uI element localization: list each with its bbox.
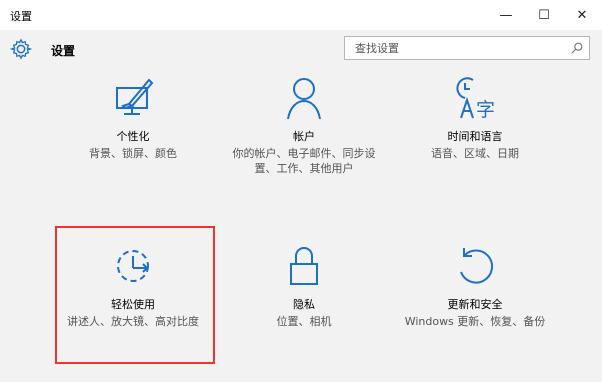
tile-description: Windows 更新、恢复、备份 [404, 315, 546, 328]
tile-description: 语音、区域、日期 [431, 147, 519, 160]
time-language-icon: 字 [456, 77, 495, 121]
settings-window: 设置 — ☐ ✕ 设置 个性化 背景、锁屏、颜色 [0, 0, 602, 372]
search-icon[interactable] [570, 41, 584, 55]
tile-title: 隐私 [293, 298, 315, 311]
tile-title: 个性化 [116, 130, 150, 143]
search-input[interactable] [345, 37, 575, 59]
search-box [344, 36, 590, 60]
window-title: 设置 [10, 10, 32, 23]
title-bar: 设置 — ☐ ✕ [0, 0, 602, 30]
update-security-icon [460, 248, 494, 284]
maximize-button[interactable]: ☐ [526, 0, 562, 30]
tile-description: 位置、相机 [276, 315, 332, 328]
tile-personalization[interactable]: 个性化 背景、锁屏、颜色 [48, 74, 218, 214]
tile-title: 帐户 [293, 130, 315, 143]
tile-privacy[interactable]: 隐私 位置、相机 [219, 242, 389, 382]
tile-title: 时间和语言 [447, 130, 503, 143]
selection-highlight [55, 226, 215, 364]
tile-title: 更新和安全 [447, 298, 503, 311]
tile-description: 你的帐户、电子邮件、同步设置、工作、其他用户 [232, 147, 376, 175]
accounts-icon [287, 78, 321, 120]
personalization-icon [116, 78, 154, 115]
privacy-lock-icon [290, 247, 318, 285]
tile-accounts[interactable]: 帐户 你的帐户、电子邮件、同步设置、工作、其他用户 [219, 74, 389, 214]
settings-header: 设置 [0, 30, 602, 70]
minimize-button[interactable]: — [488, 0, 524, 30]
page-title: 设置 [51, 44, 76, 58]
svg-text:字: 字 [476, 99, 495, 121]
gear-icon [10, 38, 32, 60]
tile-update-security[interactable]: 更新和安全 Windows 更新、恢复、备份 [390, 242, 560, 382]
close-button[interactable]: ✕ [564, 0, 600, 30]
tile-time-language[interactable]: 字 时间和语言 语音、区域、日期 [390, 74, 560, 214]
tile-description: 背景、锁屏、颜色 [89, 147, 177, 160]
